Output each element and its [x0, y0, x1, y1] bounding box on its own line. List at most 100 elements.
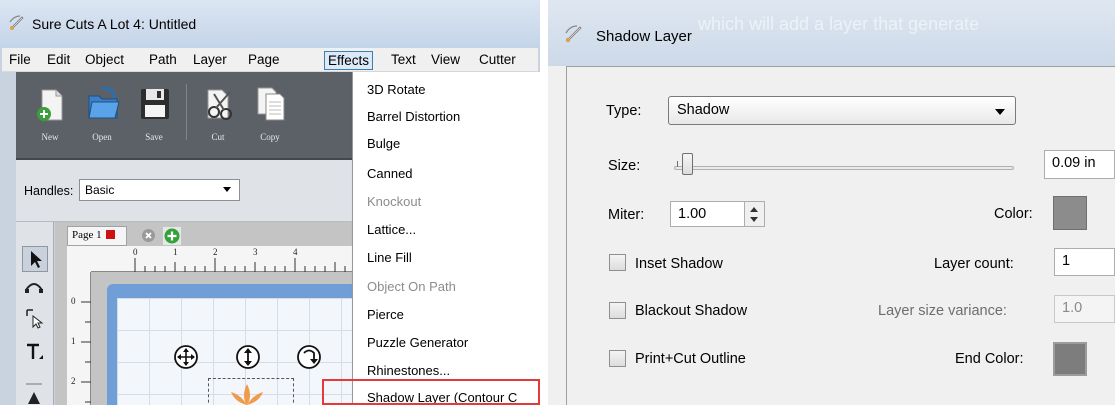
miter-input[interactable]: 1.00	[670, 201, 745, 227]
layer-count-value: 1	[1062, 253, 1071, 269]
ruler-label: 3	[253, 247, 258, 257]
menu-item-puzzle-generator[interactable]: Puzzle Generator	[367, 335, 468, 350]
toolbar-separator	[186, 84, 187, 140]
ruler-label: 0	[133, 247, 138, 257]
rotate-handle-icon[interactable]	[296, 344, 322, 370]
menu-item-canned[interactable]: Canned	[367, 166, 413, 181]
layer-size-variance-label: Layer size variance:	[878, 303, 1007, 319]
move-handle-icon[interactable]	[173, 344, 199, 370]
type-value: Shadow	[677, 102, 730, 118]
color-swatch[interactable]	[1053, 196, 1087, 230]
scissors-icon	[207, 89, 232, 120]
app-logo-icon	[9, 15, 24, 30]
end-color-label: End Color:	[955, 351, 1024, 367]
shadow-layer-dialog: which will add a layer that generate Sha…	[548, 0, 1115, 405]
scal4-main-window: Sure Cuts A Lot 4: Untitled File Edit Ob…	[0, 0, 540, 405]
title-bar: Sure Cuts A Lot 4: Untitled	[0, 0, 540, 48]
app-logo-icon	[565, 25, 582, 43]
menu-bar: File Edit Object Path Layer Page Effects…	[2, 48, 538, 72]
layer-size-variance-value: 1.0	[1062, 300, 1083, 316]
menu-edit[interactable]: Edit	[44, 51, 73, 70]
new-label: New	[41, 132, 59, 142]
new-document-icon	[37, 89, 63, 121]
menu-text[interactable]: Text	[388, 51, 419, 70]
add-page-icon[interactable]	[163, 227, 181, 245]
flower-shape[interactable]	[217, 382, 277, 405]
size-value: 0.09 in	[1052, 155, 1096, 171]
menu-item-bulge[interactable]: Bulge	[367, 136, 400, 151]
copy-label: Copy	[260, 132, 280, 142]
type-label: Type:	[606, 103, 642, 119]
ruler-label: 4	[293, 247, 298, 257]
chevron-down-icon	[995, 109, 1005, 115]
highlight-annotation-box	[322, 379, 540, 405]
arrow-pointer-icon	[31, 251, 42, 268]
node-edit-tool[interactable]	[22, 276, 48, 302]
layer-size-variance-input: 1.0	[1054, 295, 1115, 323]
menu-layer[interactable]: Layer	[190, 51, 230, 70]
copy-button[interactable]: Copy	[248, 80, 292, 152]
select-tool[interactable]	[22, 246, 48, 272]
menu-item-3d-rotate[interactable]: 3D Rotate	[367, 82, 426, 97]
size-input[interactable]: 0.09 in	[1044, 150, 1115, 179]
menu-item-rhinestones[interactable]: Rhinestones...	[367, 363, 450, 378]
chevron-down-icon	[223, 187, 231, 192]
layer-count-input[interactable]: 1	[1054, 248, 1115, 276]
end-color-swatch[interactable]	[1053, 342, 1087, 376]
handles-label: Handles:	[24, 184, 74, 198]
miter-spinner[interactable]	[744, 201, 765, 227]
save-disk-icon	[141, 89, 169, 119]
menu-item-object-on-path: Object On Path	[367, 279, 456, 294]
ruler-label: 0	[71, 296, 76, 306]
inset-shadow-label: Inset Shadow	[635, 256, 723, 272]
node-edit-icon	[25, 283, 43, 293]
menu-effects[interactable]: Effects	[324, 51, 374, 70]
new-button[interactable]: New	[28, 80, 72, 152]
scale-vertical-handle-icon[interactable]	[235, 344, 261, 370]
save-button[interactable]: Save	[132, 80, 176, 152]
handles-dropdown[interactable]: Basic	[79, 179, 240, 201]
menu-file[interactable]: File	[6, 51, 34, 70]
contour-tool[interactable]	[22, 306, 48, 332]
print-cut-outline-label: Print+Cut Outline	[635, 351, 746, 367]
handles-value: Basic	[85, 183, 115, 197]
shape-tool[interactable]	[22, 380, 48, 405]
menu-item-line-fill[interactable]: Line Fill	[367, 250, 412, 265]
open-button[interactable]: Open	[80, 80, 124, 152]
spin-down-icon[interactable]	[750, 217, 758, 222]
spin-up-icon[interactable]	[750, 207, 758, 212]
dialog-title: Shadow Layer	[596, 28, 692, 45]
menu-path[interactable]: Path	[146, 51, 180, 70]
text-tool[interactable]	[22, 340, 48, 366]
ruler-label: 1	[71, 336, 76, 346]
miter-value: 1.00	[678, 206, 707, 222]
ruler-label: 1	[173, 247, 178, 257]
size-slider-track[interactable]	[674, 166, 1014, 170]
menu-page[interactable]: Page	[245, 51, 283, 70]
ruler-label: 2	[213, 247, 218, 257]
blackout-shadow-label: Blackout Shadow	[635, 303, 748, 319]
copy-icon	[257, 87, 285, 121]
cut-label: Cut	[211, 132, 225, 142]
page-tab-label: Page 1	[72, 229, 102, 241]
blackout-shadow-checkbox[interactable]	[609, 302, 626, 319]
menu-item-pierce[interactable]: Pierce	[367, 307, 404, 322]
page-tab[interactable]: Page 1	[67, 226, 127, 246]
print-cut-outline-checkbox[interactable]	[609, 350, 626, 367]
open-label: Open	[92, 132, 112, 142]
text-tool-icon	[27, 343, 43, 359]
menu-cutter[interactable]: Cutter	[476, 51, 519, 70]
window-title: Sure Cuts A Lot 4: Untitled	[32, 16, 197, 32]
cut-button[interactable]: Cut	[196, 80, 240, 152]
close-page-icon[interactable]	[141, 228, 156, 243]
triangle-shape-icon	[26, 383, 42, 404]
page-color-indicator	[105, 230, 115, 239]
inset-shadow-checkbox[interactable]	[609, 254, 626, 271]
menu-item-lattice[interactable]: Lattice...	[367, 222, 416, 237]
menu-view[interactable]: View	[428, 51, 463, 70]
menu-item-barrel-distortion[interactable]: Barrel Distortion	[367, 109, 460, 124]
size-slider-thumb[interactable]	[682, 153, 693, 175]
menu-object[interactable]: Object	[82, 51, 127, 70]
type-dropdown[interactable]: Shadow	[668, 96, 1016, 125]
tool-palette	[16, 222, 54, 405]
